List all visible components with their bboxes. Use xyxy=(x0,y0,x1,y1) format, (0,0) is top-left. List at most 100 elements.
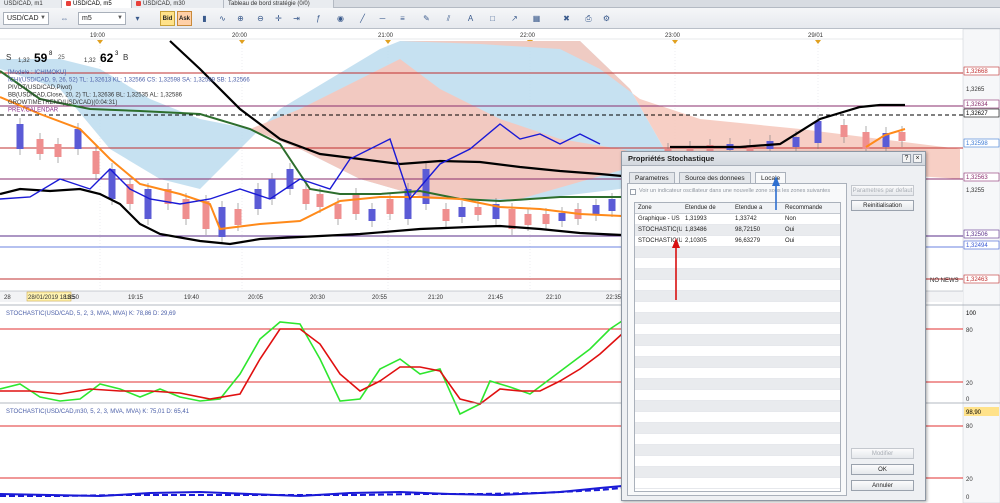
chart-type-icon[interactable]: ⇔ xyxy=(58,12,71,25)
candle-body xyxy=(74,129,82,149)
time-label: 21:20 xyxy=(428,295,444,301)
tab-label: USD/CAD, m30 xyxy=(143,1,186,7)
stoch1-axis-label: 80 xyxy=(966,328,973,334)
shapes-icon[interactable]: □ xyxy=(486,12,499,25)
time-label: 22:35 xyxy=(606,295,622,301)
cancel-button[interactable]: Annuler xyxy=(851,480,914,491)
timeframe-select[interactable]: m5 ▼ xyxy=(78,12,126,25)
arrow-tool-icon[interactable]: ↗ xyxy=(508,12,521,25)
ask-button[interactable]: Ask xyxy=(177,11,192,26)
eraser-icon[interactable]: ✖ xyxy=(560,12,573,25)
crosshair-icon[interactable]: ✛ xyxy=(272,12,285,25)
default-parameters-button[interactable]: Parametres par defaut xyxy=(851,185,914,196)
time-label: 21:00 xyxy=(378,33,394,39)
stochastic-properties-dialog[interactable]: Propriétés Stochastique ? × Parametres S… xyxy=(621,151,926,501)
candle-body xyxy=(92,151,100,174)
scroll-icon[interactable]: ⇥ xyxy=(290,12,303,25)
tab-usdcad-m5[interactable]: USD/CAD, m5 xyxy=(62,0,132,8)
candle-body xyxy=(234,209,242,225)
text-tool-icon[interactable]: A xyxy=(464,12,477,25)
tab-usdcad-m1[interactable]: USD/CAD, m1 xyxy=(0,0,62,8)
candle-body xyxy=(422,169,430,204)
line-chart-icon[interactable]: ∿ xyxy=(216,12,229,25)
bid-button[interactable]: Bid xyxy=(160,11,175,26)
candle-body xyxy=(202,201,210,229)
price-label: 1,32494 xyxy=(966,243,988,249)
timeframe-value: m5 xyxy=(82,15,92,22)
modify-button[interactable]: Modifier xyxy=(851,448,914,459)
red-arrow-head xyxy=(672,238,680,248)
print-icon[interactable]: ⎙ xyxy=(582,12,595,25)
tab-usdcad-m30[interactable]: USD/CAD, m30 xyxy=(132,0,224,8)
price-label: 1,32598 xyxy=(966,141,988,147)
candle-body xyxy=(458,207,466,217)
tab-label: USD/CAD, m5 xyxy=(73,1,112,7)
price-label: 1,3265 xyxy=(966,87,985,93)
time-label: 20:00 xyxy=(232,33,248,39)
candle-body xyxy=(524,214,532,225)
symbol-select[interactable]: USD/CAD ▼ xyxy=(3,12,49,25)
stoch2-axis-label: 20 xyxy=(966,477,973,483)
zoom-in-icon[interactable]: ⊕ xyxy=(234,12,247,25)
price-label: 1,32506 xyxy=(966,232,988,238)
no-news-label: NO NEWS xyxy=(930,278,959,284)
tab-close-icon[interactable] xyxy=(136,1,141,6)
time-label: 18:50 xyxy=(64,295,80,301)
legend-item: PREV.CALENDAR xyxy=(8,108,59,114)
candle-body xyxy=(608,199,616,211)
settings-icon[interactable]: ⚙ xyxy=(600,12,613,25)
tab-close-icon[interactable] xyxy=(66,1,71,6)
indicators-icon[interactable]: ƒ xyxy=(312,12,325,25)
time-label: 20:55 xyxy=(372,295,388,301)
legend-item: BB(USD/CAD,Close, 20, 2) TL: 1,32636 BL:… xyxy=(8,93,183,99)
candle-body xyxy=(792,137,800,147)
chevron-down-icon: ▼ xyxy=(117,15,123,21)
legend-item: ICHI(USD/CAD, 9, 26, 52) TL: 1,32613 KL:… xyxy=(8,78,250,84)
dropdown-arrow-icon[interactable]: ▾ xyxy=(131,12,144,25)
sell-price-big: 59 xyxy=(34,51,48,65)
price-label: 1,32634 xyxy=(966,102,988,108)
reset-button[interactable]: Reinitialisation xyxy=(851,200,914,211)
time-label: 23:00 xyxy=(665,33,681,39)
stoch2-axis-label: 98,90 xyxy=(966,410,982,416)
buy-price-big: 62 xyxy=(100,51,114,65)
candle-body xyxy=(840,125,848,137)
tab-bar: USD/CAD, m1 USD/CAD, m5 USD/CAD, m30 Tab… xyxy=(0,0,1000,8)
zoom-out-icon[interactable]: ⊖ xyxy=(254,12,267,25)
grid-icon[interactable]: ▦ xyxy=(530,12,543,25)
price-label: 1,32627 xyxy=(966,111,988,117)
horizontal-line-icon[interactable]: ─ xyxy=(376,12,389,25)
candles-icon[interactable]: ▮ xyxy=(198,12,211,25)
draw-line-icon[interactable]: ╱ xyxy=(356,12,369,25)
time-label: 28 xyxy=(4,295,11,301)
candle-body xyxy=(36,139,44,154)
stoch2-axis-label: 80 xyxy=(966,424,973,430)
time-label: 22:00 xyxy=(520,33,536,39)
candle-body xyxy=(898,132,906,141)
candle-body xyxy=(16,124,24,149)
blue-arrow-head xyxy=(772,176,780,186)
buy-price-small: 1,32 xyxy=(84,58,96,64)
candle-body xyxy=(474,207,482,215)
tools-icon[interactable]: ✎ xyxy=(420,12,433,25)
candle-body xyxy=(334,204,342,219)
ok-button[interactable]: OK xyxy=(851,464,914,475)
stoch2-label: STOCHASTIC(USD/CAD,m30, 5, 2, 3, MVA, MV… xyxy=(6,409,190,415)
candle-body xyxy=(368,209,376,221)
chart-toolbar: USD/CAD ▼ ⇔ m5 ▼ ▾ Bid Ask ▮ ∿ ⊕ ⊖ ✛ ⇥ ƒ ◉… xyxy=(0,8,1000,29)
tab-label: USD/CAD, m1 xyxy=(4,1,43,7)
fibonacci-icon[interactable]: ≡ xyxy=(396,12,409,25)
candle-body xyxy=(218,207,226,237)
time-label: 29/01 xyxy=(808,33,824,39)
symbol-value: USD/CAD xyxy=(7,15,39,22)
price-label: 1,32668 xyxy=(966,69,988,75)
events-icon[interactable]: ◉ xyxy=(334,12,347,25)
time-label: 19:00 xyxy=(90,33,106,39)
buy-prefix: B xyxy=(123,53,128,62)
candle-body xyxy=(316,194,324,207)
time-label: 22:10 xyxy=(546,295,562,301)
legend-item: PIVOT(USD/CAD,Pivot) xyxy=(8,85,72,91)
channel-icon[interactable]: ⫽ xyxy=(442,12,455,25)
tab-strategy-dashboard[interactable]: Tableau de bord stratégie (0/0) xyxy=(224,0,334,8)
stoch1-label: STOCHASTIC(USD/CAD, 5, 2, 3, MVA, MVA) K… xyxy=(6,311,176,317)
